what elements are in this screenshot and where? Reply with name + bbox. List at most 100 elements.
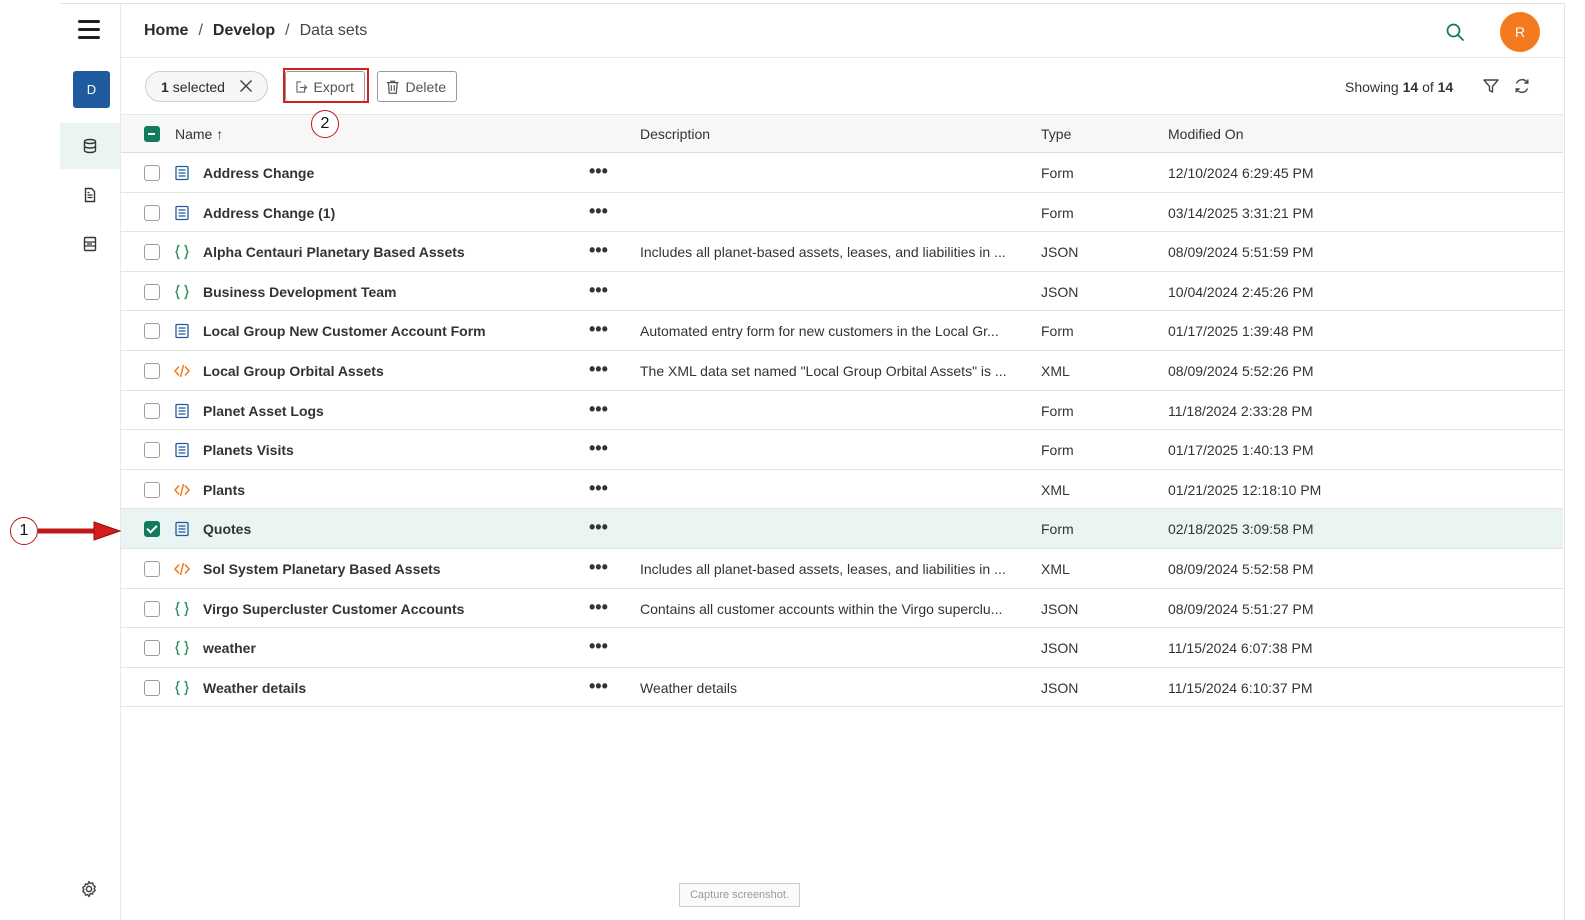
row-name[interactable]: Planet Asset Logs	[203, 403, 324, 419]
row-checkbox[interactable]	[144, 600, 160, 617]
filter-icon[interactable]	[1482, 77, 1500, 95]
breadcrumb-separator: /	[285, 22, 290, 39]
row-checkbox[interactable]	[144, 679, 160, 696]
row-checkbox[interactable]	[144, 283, 160, 300]
table-row[interactable]: weather ••• JSON 11/15/2024 6:07:38 PM	[121, 628, 1563, 668]
row-checkbox[interactable]	[144, 362, 160, 379]
xml-icon	[173, 482, 191, 498]
xml-icon	[173, 363, 191, 379]
delete-label: Delete	[405, 78, 446, 95]
result-count: Showing 14 of 14	[1345, 79, 1453, 95]
table-row[interactable]: Local Group Orbital Assets ••• The XML dat…	[121, 351, 1563, 391]
table-row[interactable]: Virgo Supercluster Customer Accounts ••• C…	[121, 589, 1563, 629]
row-name[interactable]: Alpha Centauri Planetary Based Assets	[203, 244, 465, 260]
rail-item-storage[interactable]	[60, 221, 120, 267]
row-modified: 01/21/2025 12:18:10 PM	[1168, 481, 1322, 498]
row-name[interactable]: Local Group Orbital Assets	[203, 363, 384, 379]
more-options-icon[interactable]: •••	[589, 438, 608, 459]
row-checkbox[interactable]	[144, 481, 160, 498]
search-icon[interactable]	[1445, 22, 1465, 42]
table-row[interactable]: Weather details ••• Weather details JSON 11/…	[121, 668, 1563, 708]
workspace-avatar[interactable]: D	[73, 71, 110, 108]
table-row[interactable]: Plants ••• XML 01/21/2025 12:18:10 PM	[121, 470, 1563, 510]
more-options-icon[interactable]: •••	[589, 319, 608, 340]
column-header-type[interactable]: Type	[1041, 126, 1071, 142]
row-name[interactable]: Weather details	[203, 680, 306, 696]
table-row[interactable]: Planet Asset Logs ••• Form 11/18/2024 2:33:…	[121, 391, 1563, 431]
rail-item-documents[interactable]	[60, 172, 120, 218]
row-type: XML	[1041, 481, 1070, 498]
breadcrumb-home[interactable]: Home	[144, 22, 188, 40]
more-options-icon[interactable]: •••	[589, 359, 608, 380]
gear-icon[interactable]	[80, 880, 98, 898]
more-options-icon[interactable]: •••	[589, 676, 608, 697]
row-name[interactable]: Business Development Team	[203, 284, 396, 300]
breadcrumb-develop[interactable]: Develop	[213, 22, 275, 40]
row-modified: 12/10/2024 6:29:45 PM	[1168, 165, 1314, 181]
row-checkbox[interactable]	[144, 442, 160, 459]
more-options-icon[interactable]: •••	[589, 280, 608, 301]
more-options-icon[interactable]: •••	[589, 201, 608, 222]
menu-icon[interactable]	[78, 20, 100, 40]
more-options-icon[interactable]: •••	[589, 399, 608, 420]
row-name[interactable]: Virgo Supercluster Customer Accounts	[203, 601, 464, 617]
database-icon	[83, 138, 97, 154]
row-name[interactable]: Sol System Planetary Based Assets	[203, 561, 441, 577]
breadcrumb-current: Data sets	[299, 22, 368, 39]
row-description: Includes all planet-based assets, leases…	[640, 244, 1006, 261]
row-checkbox[interactable]	[144, 165, 160, 181]
row-checkbox[interactable]	[144, 204, 160, 221]
row-name[interactable]: Local Group New Customer Account Form	[203, 323, 486, 339]
table-row[interactable]: Address Change ••• Form 12/10/2024 6:29:45 …	[121, 153, 1563, 193]
row-name[interactable]: Quotes	[203, 521, 251, 537]
select-all-checkbox[interactable]	[144, 126, 160, 142]
row-name[interactable]: Address Change (1)	[203, 205, 335, 221]
rail-item-data-sets[interactable]	[60, 123, 120, 169]
export-button[interactable]: Export	[285, 71, 365, 102]
row-checkbox[interactable]	[144, 560, 160, 577]
row-name[interactable]: Planets Visits	[203, 442, 294, 458]
more-options-icon[interactable]: •••	[589, 517, 608, 538]
table-row[interactable]: Planets Visits ••• Form 01/17/2025 1:40:13 …	[121, 430, 1563, 470]
row-checkbox[interactable]	[144, 640, 160, 657]
column-header-modified[interactable]: Modified On	[1168, 126, 1243, 142]
table-row[interactable]: Address Change (1) ••• Form 03/14/2025 3:31…	[121, 193, 1563, 233]
table-row[interactable]: Alpha Centauri Planetary Based Assets •••…	[121, 232, 1563, 272]
app-window: D Home / Develop / Data sets R 1 selecte…	[60, 3, 1565, 920]
row-name[interactable]: Address Change	[203, 165, 314, 181]
column-header-name[interactable]: Name ↑	[175, 126, 223, 142]
row-checkbox[interactable]	[144, 323, 160, 340]
export-icon	[296, 80, 308, 93]
row-checkbox[interactable]	[144, 521, 160, 538]
row-checkbox[interactable]	[144, 244, 160, 261]
row-checkbox[interactable]	[144, 402, 160, 419]
close-icon[interactable]	[239, 79, 253, 93]
row-description: Weather details	[640, 679, 738, 696]
row-name[interactable]: Plants	[203, 482, 245, 498]
column-header-description[interactable]: Description	[640, 126, 710, 142]
more-options-icon[interactable]: •••	[589, 636, 608, 657]
more-options-icon[interactable]: •••	[589, 597, 608, 618]
sort-arrow-up-icon: ↑	[216, 126, 224, 142]
delete-button[interactable]: Delete	[377, 71, 457, 102]
more-options-icon[interactable]: •••	[589, 240, 608, 261]
table-row[interactable]: Sol System Planetary Based Assets ••• Incl…	[121, 549, 1563, 589]
data-sets-table: Name ↑ Description Type Modified On Addr…	[121, 114, 1563, 708]
form-icon	[174, 442, 190, 458]
document-icon	[84, 187, 96, 203]
table-row[interactable]: Business Development Team ••• JSON 10/04/20…	[121, 272, 1563, 312]
more-options-icon[interactable]: •••	[589, 478, 608, 499]
row-name[interactable]: weather	[203, 640, 256, 656]
user-avatar[interactable]: R	[1500, 12, 1540, 52]
more-options-icon[interactable]: •••	[589, 557, 608, 578]
more-options-icon[interactable]: •••	[589, 161, 608, 182]
row-modified: 01/17/2025 1:39:48 PM	[1168, 323, 1314, 340]
row-type: Form	[1041, 204, 1074, 221]
form-icon	[174, 403, 190, 419]
xml-icon	[173, 561, 191, 577]
table-row[interactable]: Quotes ••• Form 02/18/2025 3:09:58 PM	[121, 509, 1563, 549]
refresh-icon[interactable]	[1513, 77, 1531, 95]
server-icon	[83, 236, 97, 252]
capture-screenshot-button[interactable]: Capture screenshot.	[679, 883, 800, 907]
table-row[interactable]: Local Group New Customer Account Form •••…	[121, 311, 1563, 351]
